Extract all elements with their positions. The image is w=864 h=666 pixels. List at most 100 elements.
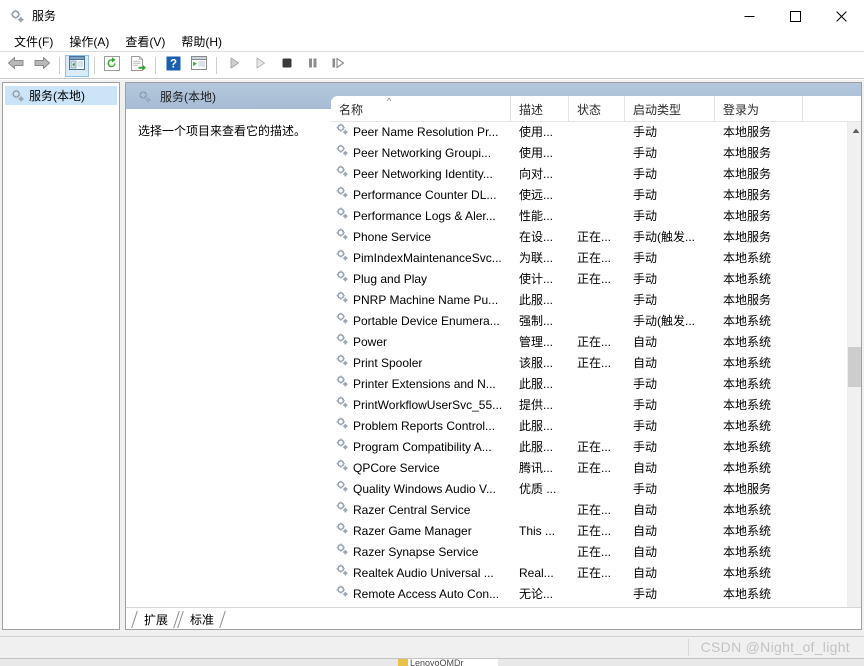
- table-row[interactable]: Program Compatibility A... 此服... 正在... 手动 本地…: [331, 437, 847, 458]
- table-row[interactable]: Realtek Audio Universal ... Real... 正在... 自…: [331, 563, 847, 584]
- table-row[interactable]: PimIndexMaintenanceSvc... 为联... 正在... 手动 本地系…: [331, 248, 847, 269]
- close-button[interactable]: [818, 0, 864, 32]
- toolbar-properties-button[interactable]: [187, 55, 211, 77]
- cell-description: 此服...: [519, 377, 554, 391]
- cell-status: 正在...: [577, 440, 612, 454]
- menu-item-help-label: 帮助(H): [181, 34, 222, 49]
- service-name-label: Peer Networking Groupi...: [353, 146, 492, 160]
- play-outline-icon: [254, 56, 267, 75]
- cell-startup-type: 手动: [633, 419, 658, 433]
- table-row[interactable]: Razer Synapse Service 正在... 自动 本地系统: [331, 542, 847, 563]
- table-row[interactable]: Problem Reports Control... 此服... 手动 本地系统: [331, 416, 847, 437]
- cell-description: 此服...: [519, 293, 554, 307]
- menu-item-file[interactable]: 文件(F): [6, 32, 61, 52]
- cell-startup-type: 手动: [633, 251, 658, 265]
- table-row[interactable]: Performance Logs & Aler... 性能... 手动 本地服务: [331, 206, 847, 227]
- cell-startup-type: 手动: [633, 377, 658, 391]
- table-row[interactable]: Razer Central Service 正在... 自动 本地系统: [331, 500, 847, 521]
- table-row[interactable]: Phone Service 在设... 正在... 手动(触发... 本地服务: [331, 227, 847, 248]
- taskbar-item[interactable]: LenovoQMDr: [398, 659, 498, 666]
- table-row[interactable]: Plug and Play 使计... 正在... 手动 本地系统: [331, 269, 847, 290]
- toolbar-separator: [94, 57, 95, 74]
- scroll-up-arrow-icon[interactable]: [848, 122, 861, 139]
- table-row[interactable]: Portable Device Enumera... 强制... 手动(触发... 本…: [331, 311, 847, 332]
- table-row[interactable]: PNRP Machine Name Pu... 此服... 手动 本地服务: [331, 290, 847, 311]
- table-row[interactable]: Razer Game Manager This ... 正在... 自动 本地系统: [331, 521, 847, 542]
- arrow-right-icon: [33, 55, 51, 76]
- result-pane-title: 服务(本地): [160, 89, 216, 104]
- column-header-status[interactable]: 状态: [569, 96, 625, 122]
- table-row[interactable]: Power 管理... 正在... 自动 本地系统: [331, 332, 847, 353]
- cell-service-name: Realtek Audio Universal ...: [331, 563, 511, 584]
- cell-startup-type: 自动: [633, 545, 658, 559]
- toolbar-refresh-button[interactable]: [100, 55, 124, 77]
- table-row[interactable]: Remote Access Auto Con... 无论... 手动 本地系统: [331, 584, 847, 605]
- table-row[interactable]: Peer Networking Identity... 向对... 手动 本地服务: [331, 164, 847, 185]
- description-placeholder: 选择一个项目来查看它的描述。: [138, 124, 307, 138]
- svg-text:?: ?: [169, 58, 176, 70]
- cell-description: Real...: [519, 566, 554, 580]
- service-name-label: Realtek Audio Universal ...: [353, 566, 494, 580]
- tree-item-services-local[interactable]: 服务(本地): [5, 86, 117, 105]
- toolbar-show-hide-tree-button[interactable]: [65, 54, 89, 77]
- tab-standard[interactable]: 标准: [178, 609, 224, 629]
- column-header-startup-type-label: 启动类型: [633, 102, 682, 117]
- list-vertical-scrollbar[interactable]: [847, 122, 861, 629]
- column-header-log-on-as[interactable]: 登录为: [715, 96, 803, 122]
- cell-log-on-as: 本地系统: [723, 461, 772, 475]
- table-row[interactable]: Print Spooler 该服... 正在... 自动 本地系统: [331, 353, 847, 374]
- toolbar-stop-service-button[interactable]: [274, 55, 298, 77]
- toolbar-pause-service-button[interactable]: [300, 55, 324, 77]
- cell-startup-type: 自动: [633, 356, 658, 370]
- column-header-name[interactable]: 名称 ^: [331, 96, 511, 122]
- toolbar-resume-service-button[interactable]: [326, 55, 350, 77]
- cell-log-on-as: 本地系统: [723, 419, 772, 433]
- service-gear-icon: [335, 332, 353, 353]
- service-gear-icon: [335, 353, 353, 374]
- service-gear-icon: [335, 290, 353, 311]
- services-gear-icon: [136, 88, 152, 104]
- table-row[interactable]: Printer Extensions and N... 此服... 手动 本地系统: [331, 374, 847, 395]
- service-gear-icon: [335, 416, 353, 437]
- toolbar-forward-button[interactable]: [30, 55, 54, 77]
- menu-item-action[interactable]: 操作(A): [61, 32, 117, 52]
- table-row[interactable]: PrintWorkflowUserSvc_55... 提供... 手动 本地系统: [331, 395, 847, 416]
- toolbar-export-list-button[interactable]: [126, 55, 150, 77]
- toolbar-start-service-button[interactable]: [222, 55, 246, 77]
- menu-item-view[interactable]: 查看(V): [117, 32, 173, 52]
- refresh-icon: [104, 55, 120, 76]
- taskbar-sliver: LenovoQMDr: [0, 658, 864, 666]
- cell-startup-type: 自动: [633, 335, 658, 349]
- scrollbar-thumb[interactable]: [848, 347, 861, 387]
- cell-log-on-as: 本地系统: [723, 251, 772, 265]
- maximize-button[interactable]: [772, 0, 818, 32]
- toolbar-separator: [155, 57, 156, 74]
- service-name-label: PNRP Machine Name Pu...: [353, 293, 499, 307]
- toolbar-restart-service-button[interactable]: [248, 55, 272, 77]
- table-row[interactable]: Peer Name Resolution Pr... 使用... 手动 本地服务: [331, 122, 847, 143]
- cell-startup-type: 手动: [633, 146, 658, 160]
- column-header-description[interactable]: 描述: [511, 96, 569, 122]
- table-row[interactable]: Quality Windows Audio V... 优质 ... 手动 本地服务: [331, 479, 847, 500]
- service-gear-icon: [335, 185, 353, 206]
- cell-service-name: Phone Service: [331, 227, 511, 248]
- scrollbar-track[interactable]: [848, 139, 861, 614]
- minimize-button[interactable]: [726, 0, 772, 32]
- service-name-label: Remote Access Auto Con...: [353, 587, 500, 601]
- service-gear-icon: [335, 122, 353, 143]
- table-row[interactable]: Performance Counter DL... 使远... 手动 本地服务: [331, 185, 847, 206]
- cell-description: 腾讯...: [519, 461, 554, 475]
- column-header-startup-type[interactable]: 启动类型: [625, 96, 715, 122]
- table-row[interactable]: Peer Networking Groupi... 使用... 手动 本地服务: [331, 143, 847, 164]
- cell-startup-type: 手动(触发...: [633, 230, 695, 244]
- tab-extended[interactable]: 扩展: [132, 609, 178, 629]
- menu-bar: 文件(F) 操作(A) 查看(V) 帮助(H): [0, 32, 864, 52]
- menu-item-help[interactable]: 帮助(H): [173, 32, 230, 52]
- table-row[interactable]: QPCore Service 腾讯... 正在... 自动 本地系统: [331, 458, 847, 479]
- cell-description: 使远...: [519, 188, 554, 202]
- toolbar-help-button[interactable]: ?: [161, 55, 185, 77]
- services-gear-icon: [9, 88, 25, 104]
- cell-status: 正在...: [577, 503, 612, 517]
- toolbar-back-button[interactable]: [4, 55, 28, 77]
- taskbar-item-label: LenovoQMDr: [410, 658, 464, 666]
